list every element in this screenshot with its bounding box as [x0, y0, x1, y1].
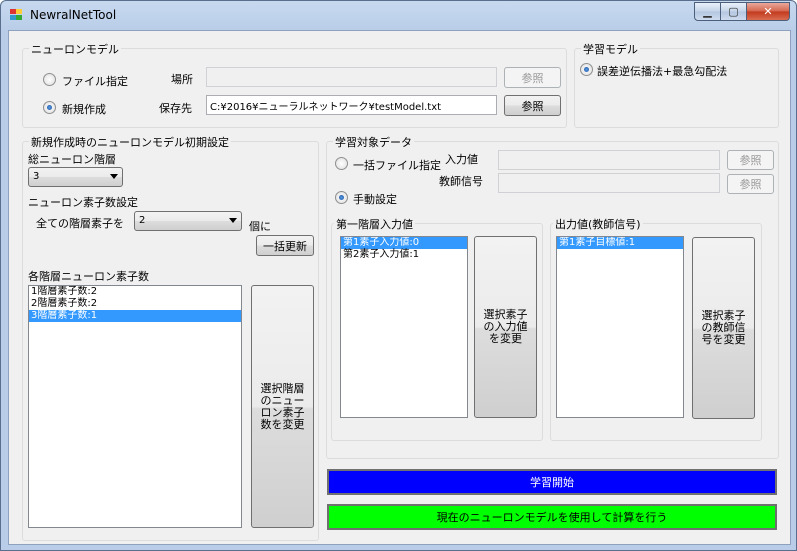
chevron-down-icon: [229, 218, 237, 223]
list-item[interactable]: 2階層素子数:2: [29, 298, 241, 310]
total-layers-label: 総ニューロン階層: [28, 153, 116, 166]
backprop-radio[interactable]: [580, 63, 593, 76]
compute-button[interactable]: 現在のニューロンモデルを使用して計算を行う: [327, 504, 777, 530]
client-area: ニューロンモデル ファイル指定 新規作成 場所 参照 保存先 C:¥2016¥ニ…: [8, 30, 791, 545]
init-settings-group: 新規作成時のニューロンモデル初期設定 総ニューロン階層 3 ニューロン素子数設定…: [22, 134, 319, 541]
output-legend: 出力値(教師信号): [553, 216, 643, 232]
browse-input-button[interactable]: 参照: [727, 150, 774, 170]
first-input-legend: 第一階層入力値: [334, 216, 415, 232]
output-group: 出力値(教師信号) 第1素子目標値:1 選択素子の教師信号を変更: [550, 216, 762, 441]
app-window: NewralNetTool ▁ ▢ ✕ ニューロンモデル ファイル指定 新規作成…: [0, 0, 797, 551]
save-to-label: 保存先: [159, 102, 192, 115]
first-input-group: 第一階層入力値 第1素子入力値:0 第2素子入力値:1 選択素子の入力値を変更: [331, 216, 543, 441]
app-icon: [10, 9, 23, 21]
all-layers-label: 全ての階層素子を: [36, 217, 124, 230]
list-item[interactable]: 第1素子目標値:1: [557, 237, 683, 249]
change-input-button[interactable]: 選択素子の入力値を変更: [474, 236, 537, 418]
list-item[interactable]: 3階層素子数:1: [29, 310, 241, 322]
all-layers-combo[interactable]: 2: [134, 211, 242, 231]
teacher-signal-label: 教師信号: [439, 175, 483, 188]
file-select-radio[interactable]: [43, 73, 56, 86]
all-layers-value: 2: [139, 215, 146, 226]
browse-save-button[interactable]: 参照: [504, 95, 561, 116]
new-create-radio[interactable]: [43, 101, 56, 114]
chevron-down-icon: [110, 174, 118, 179]
manual-setting-label: 手動設定: [353, 193, 397, 206]
change-layer-count-button[interactable]: 選択階層のニューロン素子数を変更: [251, 285, 314, 528]
neuron-model-group: ニューロンモデル ファイル指定 新規作成 場所 参照 保存先 C:¥2016¥ニ…: [22, 41, 567, 128]
start-learning-button[interactable]: 学習開始: [327, 469, 777, 495]
close-button[interactable]: ✕: [747, 2, 790, 21]
bulk-file-label: 一括ファイル指定: [353, 159, 441, 172]
learning-model-legend: 学習モデル: [581, 41, 640, 57]
title-bar[interactable]: NewralNetTool ▁ ▢ ✕: [1, 1, 796, 29]
change-teacher-button[interactable]: 選択素子の教師信号を変更: [692, 237, 755, 419]
location-label: 場所: [171, 73, 193, 86]
layer-list[interactable]: 1階層素子数:2 2階層素子数:2 3階層素子数:1: [28, 285, 242, 528]
new-create-label: 新規作成: [62, 103, 106, 116]
total-layers-value: 3: [33, 171, 40, 182]
browse-teacher-button[interactable]: 参照: [727, 174, 774, 194]
location-field[interactable]: [206, 67, 497, 87]
backprop-label: 誤差逆伝播法+最急勾配法: [597, 65, 728, 78]
input-value-label: 入力値: [445, 153, 478, 166]
neuron-count-label: ニューロン素子数設定: [28, 196, 138, 209]
list-item[interactable]: 1階層素子数:2: [29, 286, 241, 298]
input-file-field[interactable]: [498, 150, 720, 170]
teacher-file-field[interactable]: [498, 173, 720, 193]
minimize-button[interactable]: ▁: [694, 2, 721, 21]
browse-location-button[interactable]: 参照: [504, 67, 561, 88]
file-select-label: ファイル指定: [62, 75, 128, 88]
output-value-list[interactable]: 第1素子目標値:1: [556, 236, 684, 418]
unit-label: 個に: [249, 220, 271, 233]
learning-model-group: 学習モデル 誤差逆伝播法+最急勾配法: [574, 41, 779, 128]
training-data-legend: 学習対象データ: [333, 134, 414, 150]
input-value-list[interactable]: 第1素子入力値:0 第2素子入力値:1: [340, 236, 468, 418]
init-settings-legend: 新規作成時のニューロンモデル初期設定: [29, 134, 231, 150]
bulk-update-button[interactable]: 一括更新: [256, 235, 314, 256]
bulk-file-radio[interactable]: [335, 157, 348, 170]
total-layers-combo[interactable]: 3: [28, 167, 123, 187]
window-title: NewralNetTool: [30, 8, 117, 22]
neuron-model-legend: ニューロンモデル: [29, 41, 121, 57]
per-layer-label: 各階層ニューロン素子数: [28, 270, 149, 283]
save-path-field[interactable]: C:¥2016¥ニューラルネットワーク¥testModel.txt: [206, 95, 497, 115]
maximize-button[interactable]: ▢: [721, 2, 747, 21]
manual-setting-radio[interactable]: [335, 191, 348, 204]
training-data-group: 学習対象データ 一括ファイル指定 入力値 参照 教師信号 参照 手動設定 第一階…: [326, 134, 779, 459]
list-item[interactable]: 第1素子入力値:0: [341, 237, 467, 249]
list-item[interactable]: 第2素子入力値:1: [341, 249, 467, 261]
